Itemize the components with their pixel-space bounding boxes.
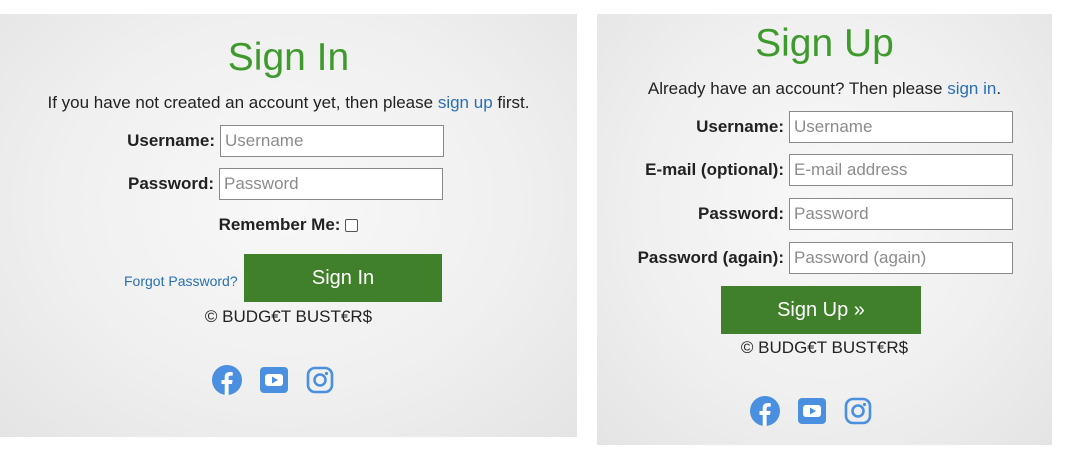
- password-again-input[interactable]: [789, 242, 1013, 274]
- youtube-icon[interactable]: [260, 365, 288, 395]
- instagram-icon[interactable]: [844, 396, 872, 426]
- sign-in-social-icons: [212, 365, 334, 395]
- username-label: Username:: [696, 117, 784, 136]
- facebook-icon[interactable]: [750, 396, 780, 426]
- sign-up-link[interactable]: sign up: [438, 93, 493, 112]
- sign-up-intro-text-end: .: [996, 79, 1002, 98]
- sign-up-email-row: E-mail (optional):: [597, 154, 1013, 186]
- sign-in-panel: Sign In If you have not created an accou…: [0, 14, 577, 437]
- password-label: Password:: [698, 204, 784, 223]
- sign-up-password-row: Password:: [597, 198, 1013, 230]
- sign-in-title: Sign In: [227, 36, 350, 79]
- email-input[interactable]: [789, 154, 1013, 186]
- sign-in-button[interactable]: Sign In: [244, 254, 442, 302]
- sign-up-title: Sign Up: [755, 22, 894, 65]
- password-label: Password:: [128, 174, 214, 193]
- sign-up-social-icons: [750, 396, 872, 426]
- facebook-icon[interactable]: [212, 365, 242, 395]
- youtube-icon[interactable]: [798, 396, 826, 426]
- sign-up-intro: Already have an account? Then please sig…: [597, 80, 1052, 97]
- sign-up-intro-text: Already have an account? Then please: [647, 79, 948, 98]
- sign-up-password-again-row: Password (again):: [597, 242, 1013, 274]
- email-label: E-mail (optional):: [645, 160, 784, 179]
- signup-password-input[interactable]: [789, 198, 1013, 230]
- sign-in-intro: If you have not created an account yet, …: [0, 94, 577, 111]
- instagram-icon[interactable]: [306, 365, 334, 395]
- sign-up-panel: Sign Up Already have an account? Then pl…: [597, 14, 1052, 445]
- remember-me-label: Remember Me:: [218, 215, 341, 234]
- password-input[interactable]: [219, 168, 443, 200]
- remember-me-checkbox[interactable]: [345, 218, 359, 232]
- password-again-label: Password (again):: [637, 248, 784, 267]
- sign-in-copyright: © BUDG€T BUST€R$: [204, 307, 373, 326]
- remember-me-row: Remember Me:: [0, 215, 577, 235]
- sign-in-link[interactable]: sign in: [947, 79, 996, 98]
- sign-in-intro-text-end: first.: [492, 93, 530, 112]
- username-input[interactable]: [220, 125, 444, 157]
- forgot-password-link[interactable]: Forgot Password?: [124, 273, 238, 289]
- sign-in-password-row: Password:: [100, 168, 443, 200]
- sign-in-username-row: Username:: [100, 125, 444, 157]
- sign-up-copyright: © BUDG€T BUST€R$: [740, 338, 909, 357]
- sign-up-button[interactable]: Sign Up »: [721, 286, 921, 334]
- sign-in-intro-text: If you have not created an account yet, …: [47, 93, 438, 112]
- sign-up-username-row: Username:: [597, 111, 1013, 143]
- signup-username-input[interactable]: [789, 111, 1013, 143]
- username-label: Username:: [127, 131, 215, 150]
